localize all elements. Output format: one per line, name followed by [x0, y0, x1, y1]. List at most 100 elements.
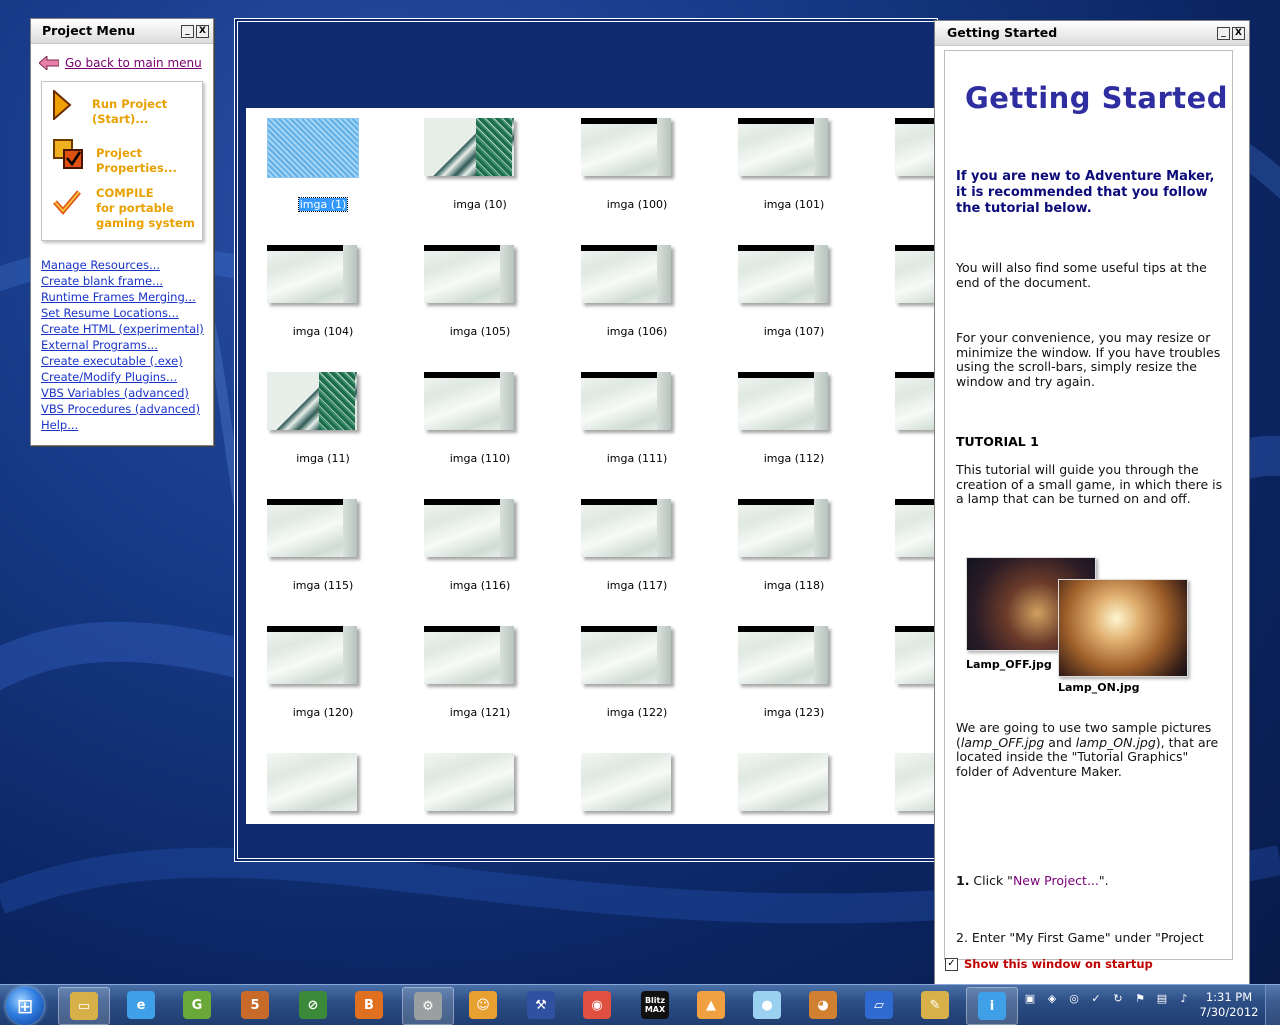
frame-thumbnail-image[interactable]: [738, 753, 828, 811]
frame-thumbnail[interactable]: imga (10): [403, 108, 514, 218]
tray-flag-icon[interactable]: ⚑: [1132, 991, 1148, 1007]
frame-thumbnail-image[interactable]: [581, 245, 671, 303]
taskbar-button-face-app-icon[interactable]: ☺: [458, 987, 508, 1023]
frame-thumbnail[interactable]: imga (110): [403, 362, 514, 472]
manage-resources-link[interactable]: Manage Resources...: [41, 257, 204, 273]
taskbar-button-g-app-icon[interactable]: G: [172, 987, 222, 1023]
frame-thumbnail[interactable]: [246, 743, 357, 824]
frame-thumbnail-image[interactable]: [581, 753, 671, 811]
frame-thumbnail-image[interactable]: [738, 626, 828, 684]
frame-thumbnail[interactable]: imga (118): [717, 489, 828, 599]
frame-thumbnail-image[interactable]: [424, 753, 514, 811]
frame-thumbnail-image[interactable]: [267, 245, 357, 303]
frame-thumbnail[interactable]: in: [874, 489, 936, 599]
tray-network-icon[interactable]: ▣: [1022, 991, 1038, 1007]
frame-thumbnail[interactable]: imga (121): [403, 616, 514, 726]
frame-thumbnail-image[interactable]: [581, 499, 671, 557]
frame-thumbnail[interactable]: imga (115): [246, 489, 357, 599]
frame-thumbnail[interactable]: imga (11): [246, 362, 357, 472]
frame-thumbnail[interactable]: in: [874, 108, 936, 218]
create-blank-frame-link[interactable]: Create blank frame...: [41, 273, 204, 289]
start-button[interactable]: [6, 987, 44, 1025]
frame-thumbnail-image[interactable]: [424, 499, 514, 557]
frame-thumbnail-image[interactable]: [581, 118, 671, 176]
vbs-variables-link[interactable]: VBS Variables (advanced): [41, 385, 204, 401]
taskbar-button-paint-icon[interactable]: ✎: [910, 987, 960, 1023]
show-desktop-button[interactable]: [1265, 985, 1280, 1025]
frame-thumbnail[interactable]: imga (123): [717, 616, 828, 726]
close-button[interactable]: X: [1232, 27, 1245, 40]
taskbar-button-monkey-app-icon[interactable]: ◕: [798, 987, 848, 1023]
getting-started-content[interactable]: Getting Started If you are new to Advent…: [944, 50, 1233, 960]
frame-thumbnail[interactable]: imga (106): [560, 235, 671, 345]
taskbar-button-vlc-icon[interactable]: ▲: [686, 987, 736, 1023]
frame-thumbnail[interactable]: in: [874, 362, 936, 472]
frame-thumbnail-image[interactable]: [424, 626, 514, 684]
frame-thumbnail-image[interactable]: [267, 499, 357, 557]
frame-thumbnail-image[interactable]: [895, 118, 936, 176]
show-on-startup-checkbox[interactable]: ✓: [945, 957, 958, 971]
tray-volume-icon[interactable]: ♪: [1176, 991, 1192, 1007]
compile-item[interactable]: COMPILE for portable gaming system: [52, 186, 195, 231]
taskbar-button-hammer-app-icon[interactable]: ⚒: [516, 987, 566, 1023]
frame-thumbnail[interactable]: imga (120): [246, 616, 357, 726]
taskbar-button-chrome-icon[interactable]: ◉: [572, 987, 622, 1023]
help-link[interactable]: Help...: [41, 417, 204, 433]
project-properties-item[interactable]: Project Properties...: [52, 138, 177, 176]
taskbar-button-blitzmax-icon[interactable]: Blitz MAX: [630, 987, 680, 1023]
frame-thumbnail-image[interactable]: [267, 118, 359, 178]
frame-thumbnail-image[interactable]: [738, 372, 828, 430]
tray-app-icon[interactable]: ◎: [1066, 991, 1082, 1007]
taskbar-button-five-app-icon[interactable]: 5: [230, 987, 280, 1023]
project-menu-titlebar[interactable]: Project Menu _ X: [31, 19, 213, 44]
create-executable-link[interactable]: Create executable (.exe): [41, 353, 204, 369]
taskbar-button-tennis-app-icon[interactable]: ●: [742, 987, 792, 1023]
tray-monitor-icon[interactable]: ▤: [1154, 991, 1170, 1007]
taskbar-clock[interactable]: 1:31 PM 7/30/2012: [1196, 990, 1262, 1020]
minimize-button[interactable]: _: [181, 25, 194, 38]
frame-thumbnail[interactable]: imga (104): [246, 235, 357, 345]
tray-green-icon[interactable]: ✓: [1088, 991, 1104, 1007]
frame-thumbnail-image[interactable]: [738, 245, 828, 303]
frame-thumbnail[interactable]: [403, 743, 514, 824]
taskbar-button-green-app-icon[interactable]: ⊘: [288, 987, 338, 1023]
frame-thumbnail-image[interactable]: [895, 245, 936, 303]
frame-thumbnail-image[interactable]: [267, 626, 357, 684]
frames-thumbnail-panel[interactable]: imga (1) imga (10) imga (100) imga (101) in i…: [246, 108, 936, 824]
vbs-procedures-link[interactable]: VBS Procedures (advanced): [41, 401, 204, 417]
getting-started-titlebar[interactable]: Getting Started _ X: [935, 21, 1249, 46]
frame-thumbnail-image[interactable]: [738, 118, 828, 176]
frame-thumbnail[interactable]: imga (107): [717, 235, 828, 345]
runtime-frames-merging-link[interactable]: Runtime Frames Merging...: [41, 289, 204, 305]
frame-thumbnail-image[interactable]: [581, 626, 671, 684]
set-resume-locations-link[interactable]: Set Resume Locations...: [41, 305, 204, 321]
frame-thumbnail-image[interactable]: [581, 372, 671, 430]
taskbar-button-notepad-icon[interactable]: ▱: [854, 987, 904, 1023]
external-programs-link[interactable]: External Programs...: [41, 337, 204, 353]
frame-thumbnail-image[interactable]: [738, 499, 828, 557]
frame-thumbnail[interactable]: in: [874, 235, 936, 345]
tray-sync-icon[interactable]: ↻: [1110, 991, 1126, 1007]
tray-dropbox-icon[interactable]: ◈: [1044, 991, 1060, 1007]
taskbar-button-info-app-icon[interactable]: i: [966, 987, 1018, 1025]
frame-thumbnail-image[interactable]: [895, 626, 936, 684]
go-back-link[interactable]: Go back to main menu: [65, 56, 202, 70]
frame-thumbnail-image[interactable]: [895, 753, 936, 811]
taskbar-button-tool-app-icon[interactable]: ⚙: [402, 987, 454, 1025]
frame-thumbnail[interactable]: imga (117): [560, 489, 671, 599]
frame-thumbnail[interactable]: [717, 743, 828, 824]
frame-thumbnail[interactable]: imga (122): [560, 616, 671, 726]
frame-thumbnail-image[interactable]: [895, 372, 936, 430]
taskbar-button-explorer-icon[interactable]: ▭: [58, 987, 110, 1025]
run-project-item[interactable]: Run Project (Start)...: [52, 90, 167, 127]
frame-thumbnail[interactable]: imga (101): [717, 108, 828, 218]
frame-thumbnail[interactable]: [874, 743, 936, 824]
frame-thumbnail-image[interactable]: [424, 372, 514, 430]
taskbar-button-blender-icon[interactable]: B: [344, 987, 394, 1023]
taskbar-button-ie-icon[interactable]: e: [116, 987, 166, 1023]
frame-thumbnail-image[interactable]: [267, 372, 357, 430]
close-button[interactable]: X: [196, 25, 209, 38]
frame-thumbnail[interactable]: imga (1): [246, 108, 359, 218]
frame-thumbnail[interactable]: in: [874, 616, 936, 726]
frame-thumbnail[interactable]: imga (105): [403, 235, 514, 345]
